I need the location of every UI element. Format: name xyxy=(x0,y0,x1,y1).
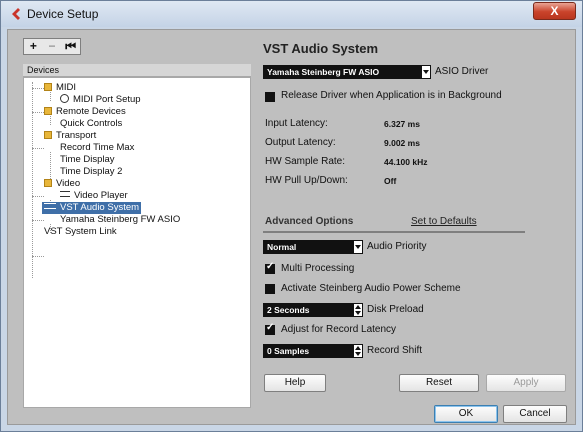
advanced-options-label: Advanced Options xyxy=(265,216,354,227)
tree-item-label: VST System Link xyxy=(44,226,117,237)
device-setup-window: Device Setup X + − ⏮ Devices MIDI MIDI P… xyxy=(0,0,583,432)
tree-item-midi[interactable]: MIDI xyxy=(44,82,76,94)
asio-driver-dropdown[interactable]: Yamaha Steinberg FW ASIO xyxy=(263,65,431,79)
input-latency-value: 6.327 ms xyxy=(384,119,420,129)
tree-item-label: Yamaha Steinberg FW ASIO xyxy=(60,214,181,225)
adjust-record-latency-label: Adjust for Record Latency xyxy=(281,324,397,335)
help-button[interactable]: Help xyxy=(264,374,326,392)
folder-icon xyxy=(44,179,52,187)
devices-tree[interactable]: MIDI MIDI Port Setup Remote Devices Quic… xyxy=(23,77,251,408)
panel-title: VST Audio System xyxy=(263,41,379,56)
devices-panel: + − ⏮ Devices MIDI MIDI Port Setup Remot… xyxy=(23,38,251,408)
pull-label: HW Pull Up/Down: xyxy=(265,175,348,186)
record-shift-value: 0 Samples xyxy=(267,346,310,356)
cubase-logo-icon xyxy=(12,8,20,20)
add-device-button[interactable]: + xyxy=(24,39,43,54)
pull-value: Off xyxy=(384,176,397,186)
spinner-arrows-icon[interactable] xyxy=(353,344,363,358)
chevron-down-icon xyxy=(353,240,363,254)
tree-item-label: Remote Devices xyxy=(56,106,126,117)
folder-icon xyxy=(44,83,52,91)
devices-toolbar: + − ⏮ xyxy=(23,38,81,55)
remove-device-button[interactable]: − xyxy=(43,39,62,54)
set-to-defaults-link[interactable]: Set to Defaults xyxy=(411,216,477,227)
tree-item-label: VST Audio System xyxy=(60,202,140,213)
section-divider xyxy=(263,231,525,233)
clock-icon xyxy=(60,94,69,103)
release-driver-label: Release Driver when Application is in Ba… xyxy=(281,90,502,101)
device-icon xyxy=(44,203,56,209)
tree-item-video[interactable]: Video xyxy=(44,178,80,190)
apply-button[interactable]: Apply xyxy=(486,374,566,392)
tree-item-label: Quick Controls xyxy=(60,118,123,129)
sample-rate-value: 44.100 kHz xyxy=(384,157,428,167)
folder-icon xyxy=(44,131,52,139)
tree-item-label: Time Display 2 xyxy=(60,166,123,177)
video-icon xyxy=(60,191,70,197)
chevron-down-icon xyxy=(421,65,431,79)
tree-item-label: Transport xyxy=(56,130,97,141)
devices-header: Devices xyxy=(23,64,251,77)
vst-audio-system-panel: VST Audio System Yamaha Steinberg FW ASI… xyxy=(259,38,569,408)
cancel-button[interactable]: Cancel xyxy=(503,405,567,423)
output-latency-label: Output Latency: xyxy=(265,137,336,148)
tree-item-label: Record Time Max xyxy=(60,142,135,153)
tree-item-label: MIDI Port Setup xyxy=(73,94,141,105)
asio-driver-value: Yamaha Steinberg FW ASIO xyxy=(267,67,380,77)
power-scheme-checkbox[interactable] xyxy=(265,284,275,294)
multi-processing-label: Multi Processing xyxy=(281,263,355,274)
audio-priority-value: Normal xyxy=(267,242,297,252)
tree-item-midi-port-setup[interactable]: MIDI Port Setup xyxy=(60,94,141,106)
disk-preload-value: 2 Seconds xyxy=(267,305,310,315)
tree-item-vst-system-link[interactable]: VST System Link xyxy=(44,226,117,238)
folder-icon xyxy=(44,107,52,115)
tree-item-label: Time Display xyxy=(60,154,115,165)
multi-processing-checkbox[interactable] xyxy=(265,261,275,274)
output-latency-value: 9.002 ms xyxy=(384,138,420,148)
adjust-record-latency-checkbox[interactable] xyxy=(265,322,275,335)
tree-item-video-player[interactable]: Video Player xyxy=(60,190,128,202)
tree-item-label: MIDI xyxy=(56,82,77,93)
tree-item-remote-devices[interactable]: Remote Devices xyxy=(44,106,126,118)
tree-item-yamaha-steinberg-fw-asio[interactable]: Yamaha Steinberg FW ASIO xyxy=(60,214,180,226)
tree-item-quick-controls[interactable]: Quick Controls xyxy=(60,118,122,130)
reset-device-button[interactable]: ⏮ xyxy=(61,39,80,54)
reset-button[interactable]: Reset xyxy=(399,374,479,392)
release-driver-checkbox[interactable] xyxy=(265,92,275,102)
tree-item-label: Video Player xyxy=(74,190,128,201)
tree-item-label: Video xyxy=(56,178,81,189)
tree-item-transport[interactable]: Transport xyxy=(44,130,96,142)
audio-priority-dropdown[interactable]: Normal xyxy=(263,240,363,254)
tree-item-time-display[interactable]: Time Display xyxy=(60,154,115,166)
record-shift-spinner[interactable]: 0 Samples xyxy=(263,344,363,358)
tree-item-vst-audio-system[interactable]: VST Audio System xyxy=(42,202,142,214)
disk-preload-label: Disk Preload xyxy=(367,304,424,315)
tree-item-record-time-max[interactable]: Record Time Max xyxy=(60,142,134,154)
audio-priority-label: Audio Priority xyxy=(367,241,427,252)
power-scheme-label: Activate Steinberg Audio Power Scheme xyxy=(281,283,461,294)
sample-rate-label: HW Sample Rate: xyxy=(265,156,346,167)
ok-button[interactable]: OK xyxy=(434,405,498,423)
disk-preload-spinner[interactable]: 2 Seconds xyxy=(263,303,363,317)
title-bar[interactable]: Device Setup X xyxy=(1,1,582,27)
asio-driver-label: ASIO Driver xyxy=(435,66,489,77)
record-shift-label: Record Shift xyxy=(367,345,423,356)
input-latency-label: Input Latency: xyxy=(265,118,328,129)
tree-item-time-display-2[interactable]: Time Display 2 xyxy=(60,166,122,178)
spinner-arrows-icon[interactable] xyxy=(353,303,363,317)
close-button[interactable]: X xyxy=(533,2,576,20)
window-title: Device Setup xyxy=(27,7,99,21)
